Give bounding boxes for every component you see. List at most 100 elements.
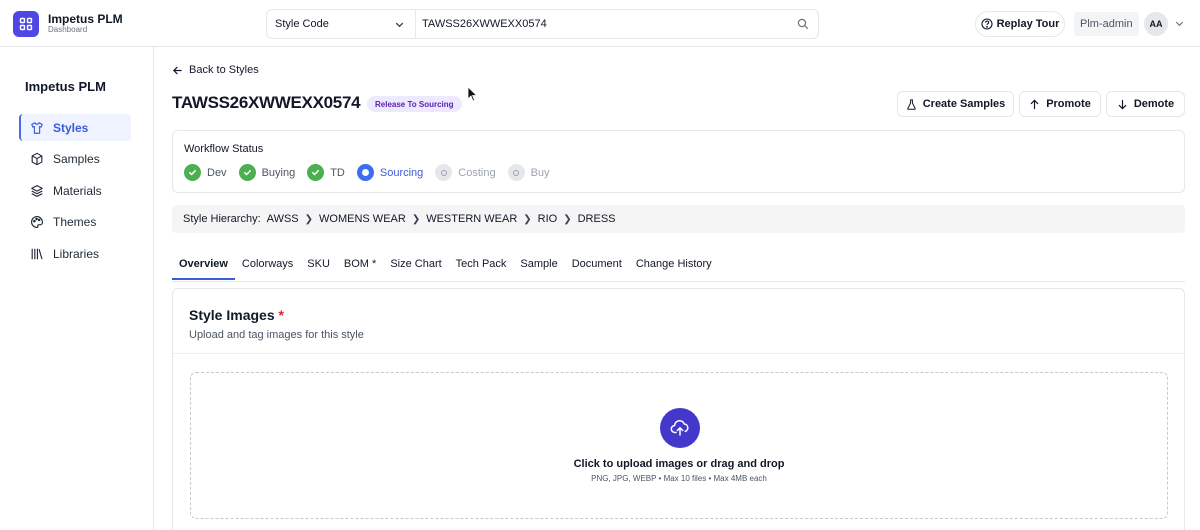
detail-tabs: Overview Colorways SKU BOM * Size Chart … [172,258,719,282]
chevron-down-icon[interactable] [1174,18,1185,29]
tab-document[interactable]: Document [565,258,629,280]
tab-change-history[interactable]: Change History [629,258,719,280]
search-type-select[interactable]: Style Code [267,10,416,38]
sidebar-item-styles[interactable]: Styles [19,114,131,141]
user-role-badge: Plm-admin [1074,12,1139,36]
replay-tour-button[interactable]: Replay Tour [975,11,1065,37]
workflow-step-label: Costing [458,166,496,179]
workflow-step-label: Dev [207,166,227,179]
pending-step-icon [507,164,525,181]
promote-button[interactable]: Promote [1019,91,1101,117]
palette-icon [31,215,43,228]
upload-instructions: Click to upload images or drag and drop [573,458,785,470]
tab-tech-pack[interactable]: Tech Pack [449,258,514,280]
box-icon [31,152,43,165]
image-upload-dropzone[interactable]: Click to upload images or drag and drop … [190,372,1168,519]
pending-step-icon [435,164,453,181]
chevron-right-icon: ❯ [411,213,421,225]
cloud-upload-icon[interactable] [660,408,700,448]
workflow-step-buying: Buying [238,164,296,181]
sidebar-title: Impetus PLM [25,79,106,94]
help-circle-icon [981,18,993,30]
workflow-step-label: Buy [530,166,550,179]
chevron-right-icon: ❯ [304,213,314,225]
workflow-step-sourcing: Sourcing [356,164,424,181]
style-images-title-text: Style Images [189,307,275,323]
page-title: TAWSS26XWWEXX0574 [172,93,361,112]
tab-size-chart[interactable]: Size Chart [383,258,448,280]
workflow-step-td: TD [307,164,345,181]
workflow-title: Workflow Status [184,143,264,155]
chevron-down-icon [395,22,404,27]
sidebar-item-label: Materials [53,183,102,198]
mouse-cursor-icon [467,86,477,102]
search-icon[interactable] [788,10,818,38]
create-samples-label: Create Samples [922,98,1006,110]
workflow-step-label: Buying [261,166,296,179]
tab-sku[interactable]: SKU [300,258,337,280]
tab-bom[interactable]: BOM * [337,258,383,280]
sidebar-item-label: Themes [53,214,97,229]
shirt-icon [31,121,43,134]
hierarchy-crumb: WOMENS WEAR [319,213,406,225]
sidebar-item-label: Samples [53,151,100,166]
sidebar: Impetus PLM Styles Samples Materials The… [0,47,154,530]
required-marker: * [278,307,284,323]
divider [173,353,1184,354]
current-step-icon [356,164,374,181]
arrow-left-icon [172,66,182,74]
workflow-step-label: Sourcing [379,166,424,179]
flask-icon [906,98,916,110]
demote-button[interactable]: Demote [1106,91,1185,117]
chevron-right-icon: ❯ [563,213,572,225]
tab-colorways[interactable]: Colorways [235,258,300,280]
search-input[interactable] [416,10,788,38]
library-icon [31,248,43,259]
arrow-up-icon [1030,99,1039,109]
style-hierarchy: Style Hierarchy: AWSS ❯ WOMENS WEAR ❯ WE… [172,205,1185,233]
style-images-card: Style Images * Upload and tag images for… [172,288,1185,530]
check-icon [238,164,256,181]
status-badge: Release To Sourcing [367,96,462,112]
check-icon [184,164,201,181]
workflow-step-label: TD [330,166,345,179]
demote-label: Demote [1133,98,1175,110]
check-icon [307,164,325,181]
sidebar-item-label: Libraries [53,246,100,261]
top-bar: Impetus PLM Dashboard Style Code Replay … [0,0,1200,47]
global-search: Style Code [266,9,819,39]
search-type-label: Style Code [275,18,329,30]
app-subtitle: Dashboard [48,25,88,34]
arrow-down-icon [1118,99,1127,109]
sidebar-item-label: Styles [53,120,89,135]
workflow-step-buy: Buy [507,164,550,181]
app-title: Impetus PLM [48,12,123,26]
hierarchy-crumb: DRESS [577,213,616,225]
upload-hint: PNG, JPG, WEBP • Max 10 files • Max 4MB … [591,474,767,483]
avatar[interactable]: AA [1144,12,1168,36]
style-images-title: Style Images * [189,307,284,323]
hierarchy-label: Style Hierarchy: [183,213,261,225]
sidebar-item-themes[interactable]: Themes [19,208,131,235]
hierarchy-crumb: WESTERN WEAR [426,213,518,225]
sidebar-item-materials[interactable]: Materials [19,177,131,204]
sidebar-item-libraries[interactable]: Libraries [19,240,131,267]
sidebar-item-samples[interactable]: Samples [19,145,131,172]
app-logo-icon[interactable] [13,11,39,37]
layers-icon [31,184,43,197]
back-to-styles-link[interactable]: Back to Styles [172,64,259,76]
back-link-label: Back to Styles [189,64,259,76]
tab-overview[interactable]: Overview [172,258,235,280]
workflow-status-card: Workflow Status Dev Buying TD Sourcing C… [172,130,1185,193]
create-samples-button[interactable]: Create Samples [897,91,1014,117]
workflow-step-dev: Dev [184,164,227,181]
hierarchy-crumb: RIO [537,213,558,225]
tabs-divider [172,281,1185,282]
workflow-step-costing: Costing [435,164,496,181]
promote-label: Promote [1046,98,1091,110]
style-images-subtitle: Upload and tag images for this style [189,329,364,341]
replay-tour-label: Replay Tour [996,18,1060,30]
workflow-steps: Dev Buying TD Sourcing Costing Buy [184,164,562,181]
hierarchy-crumb: AWSS [266,213,299,225]
tab-sample[interactable]: Sample [513,258,564,280]
